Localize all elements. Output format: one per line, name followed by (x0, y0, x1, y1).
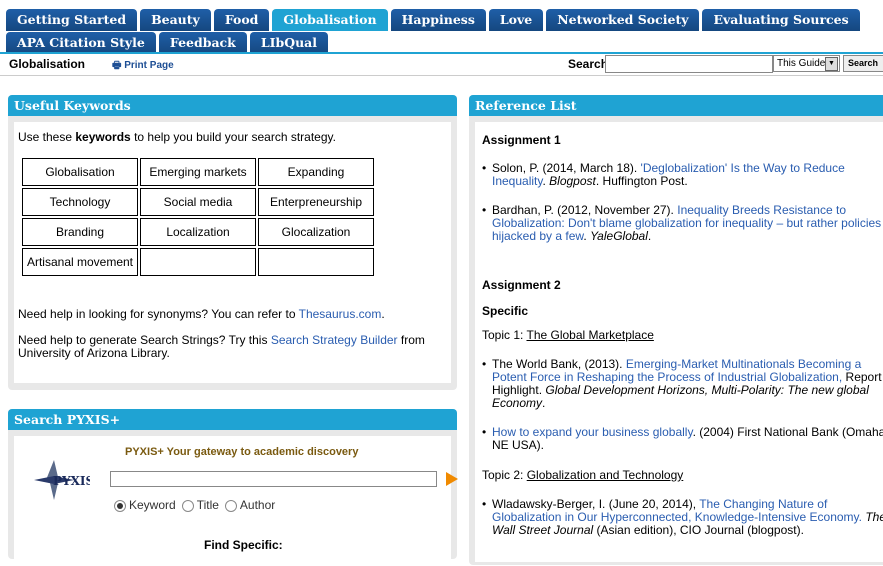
pyxis-tagline: PYXIS+ Your gateway to academic discover… (125, 446, 359, 458)
search-input[interactable] (605, 55, 773, 73)
search-strings-help: Need help to generate Search Strings? Tr… (18, 333, 425, 360)
keyword-cell (258, 248, 374, 276)
radio-author[interactable]: Author (224, 498, 276, 512)
radio-label: Title (196, 498, 219, 512)
keyword-cell: Glocalization (258, 218, 374, 246)
radio-title[interactable]: Title (181, 498, 219, 512)
guide-toolbar: Globalisation 🖶 Print Page Search: This … (0, 52, 883, 76)
tab-happiness[interactable]: Happiness (390, 9, 486, 31)
tab-evaluating-sources[interactable]: Evaluating Sources (702, 9, 860, 31)
pyxis-go-arrow-icon[interactable] (446, 472, 458, 486)
radio-label: Author (239, 498, 276, 512)
keyword-cell (140, 248, 256, 276)
keyword-cell: Branding (22, 218, 138, 246)
pyxis-search-input[interactable] (110, 471, 437, 487)
synonyms-help: Need help in looking for synonyms? You c… (18, 307, 385, 321)
chevron-down-icon: ▼ (825, 57, 838, 71)
keywords-table: Globalisation Emerging markets Expanding Te… (20, 156, 376, 278)
radio-button-icon[interactable] (181, 499, 194, 512)
reference-item: How to expand your business globally. (2… (482, 426, 883, 452)
thesaurus-link[interactable]: Thesaurus.com (299, 307, 382, 321)
pyxis-body: PYXIS+ Your gateway to academic discover… (14, 436, 458, 566)
radio-button-icon[interactable] (114, 499, 126, 512)
keyword-cell: Artisanal movement (22, 248, 138, 276)
pyxis-panel: Search PYXIS+ PYXIS+ Your gateway to aca… (8, 409, 458, 566)
tab-row-2: APA Citation Style Feedback LIbQual (0, 32, 883, 54)
keyword-cell: Globalisation (22, 158, 138, 186)
radio-keyword[interactable]: Keyword (114, 498, 176, 512)
pyxis-search-type: Keyword Title Author (114, 498, 275, 512)
keyword-cell: Technology (22, 188, 138, 216)
keyword-cell: Expanding (258, 158, 374, 186)
keyword-cell: Localization (140, 218, 256, 246)
page-title: Globalisation (9, 57, 86, 71)
keyword-cell: Emerging markets (140, 158, 256, 186)
topic-1: Topic 1: The Global Marketplace (482, 328, 654, 342)
search-scope-select[interactable]: This Guide ▼ (773, 55, 840, 72)
reference-list-panel: Reference List Assignment 1 Solon, P. (2… (469, 95, 883, 565)
tab-food[interactable]: Food (213, 9, 270, 31)
pyxis-logo: PYXIS+ (34, 460, 90, 500)
useful-keywords-panel: Useful Keywords Use these keywords to he… (8, 95, 457, 390)
tab-row-1: Getting Started Beauty Food Globalisation Ha… (0, 9, 883, 31)
useful-keywords-heading: Useful Keywords (8, 95, 457, 116)
tab-feedback[interactable]: Feedback (158, 32, 247, 54)
tab-networked-society[interactable]: Networked Society (546, 9, 700, 31)
reference-item: The World Bank, (2013). Emerging-Market … (482, 358, 883, 410)
print-page-link[interactable]: 🖶 Print Page (112, 58, 174, 75)
search-strategy-builder-link[interactable]: Search Strategy Builder (271, 333, 398, 347)
tab-libqual[interactable]: LIbQual (249, 32, 329, 54)
printer-icon: 🖶 (112, 60, 125, 71)
pyxis-heading: Search PYXIS+ (8, 409, 457, 430)
tab-globalisation[interactable]: Globalisation (272, 9, 388, 31)
radio-button-icon[interactable] (224, 499, 237, 512)
keyword-cell: Enterpreneurship (258, 188, 374, 216)
assignment-1-heading: Assignment 1 (482, 133, 561, 147)
search-button[interactable]: Search (843, 55, 883, 72)
reference-item: Wladawsky-Berger, I. (June 20, 2014), Th… (482, 498, 883, 537)
useful-keywords-body: Use these keywords to help you build you… (14, 122, 451, 383)
radio-label: Keyword (129, 498, 176, 512)
svg-text:PYXIS+: PYXIS+ (53, 474, 90, 488)
reference-item: Solon, P. (2014, March 18). 'Deglobaliza… (482, 162, 883, 188)
topic-2: Topic 2: Globalization and Technology (482, 468, 684, 482)
reference-item: Bardhan, P. (2012, November 27). Inequal… (482, 204, 883, 243)
tab-beauty[interactable]: Beauty (140, 9, 211, 31)
reference-list-body: Assignment 1 Solon, P. (2014, March 18).… (475, 122, 883, 562)
tab-getting-started[interactable]: Getting Started (6, 9, 138, 31)
assignment-2-heading: Assignment 2 (482, 278, 561, 292)
reference-link[interactable]: How to expand your business globally (492, 425, 693, 439)
keyword-cell: Social media (140, 188, 256, 216)
keywords-intro: Use these keywords to help you build you… (18, 130, 336, 144)
guide-tabs: Getting Started Beauty Food Globalisation Ha… (0, 0, 883, 54)
specific-heading: Specific (482, 304, 529, 318)
tab-apa-citation-style[interactable]: APA Citation Style (6, 32, 156, 54)
tab-love[interactable]: Love (488, 9, 544, 31)
reference-list-heading: Reference List (469, 95, 883, 116)
find-specific-label: Find Specific: (204, 538, 283, 552)
